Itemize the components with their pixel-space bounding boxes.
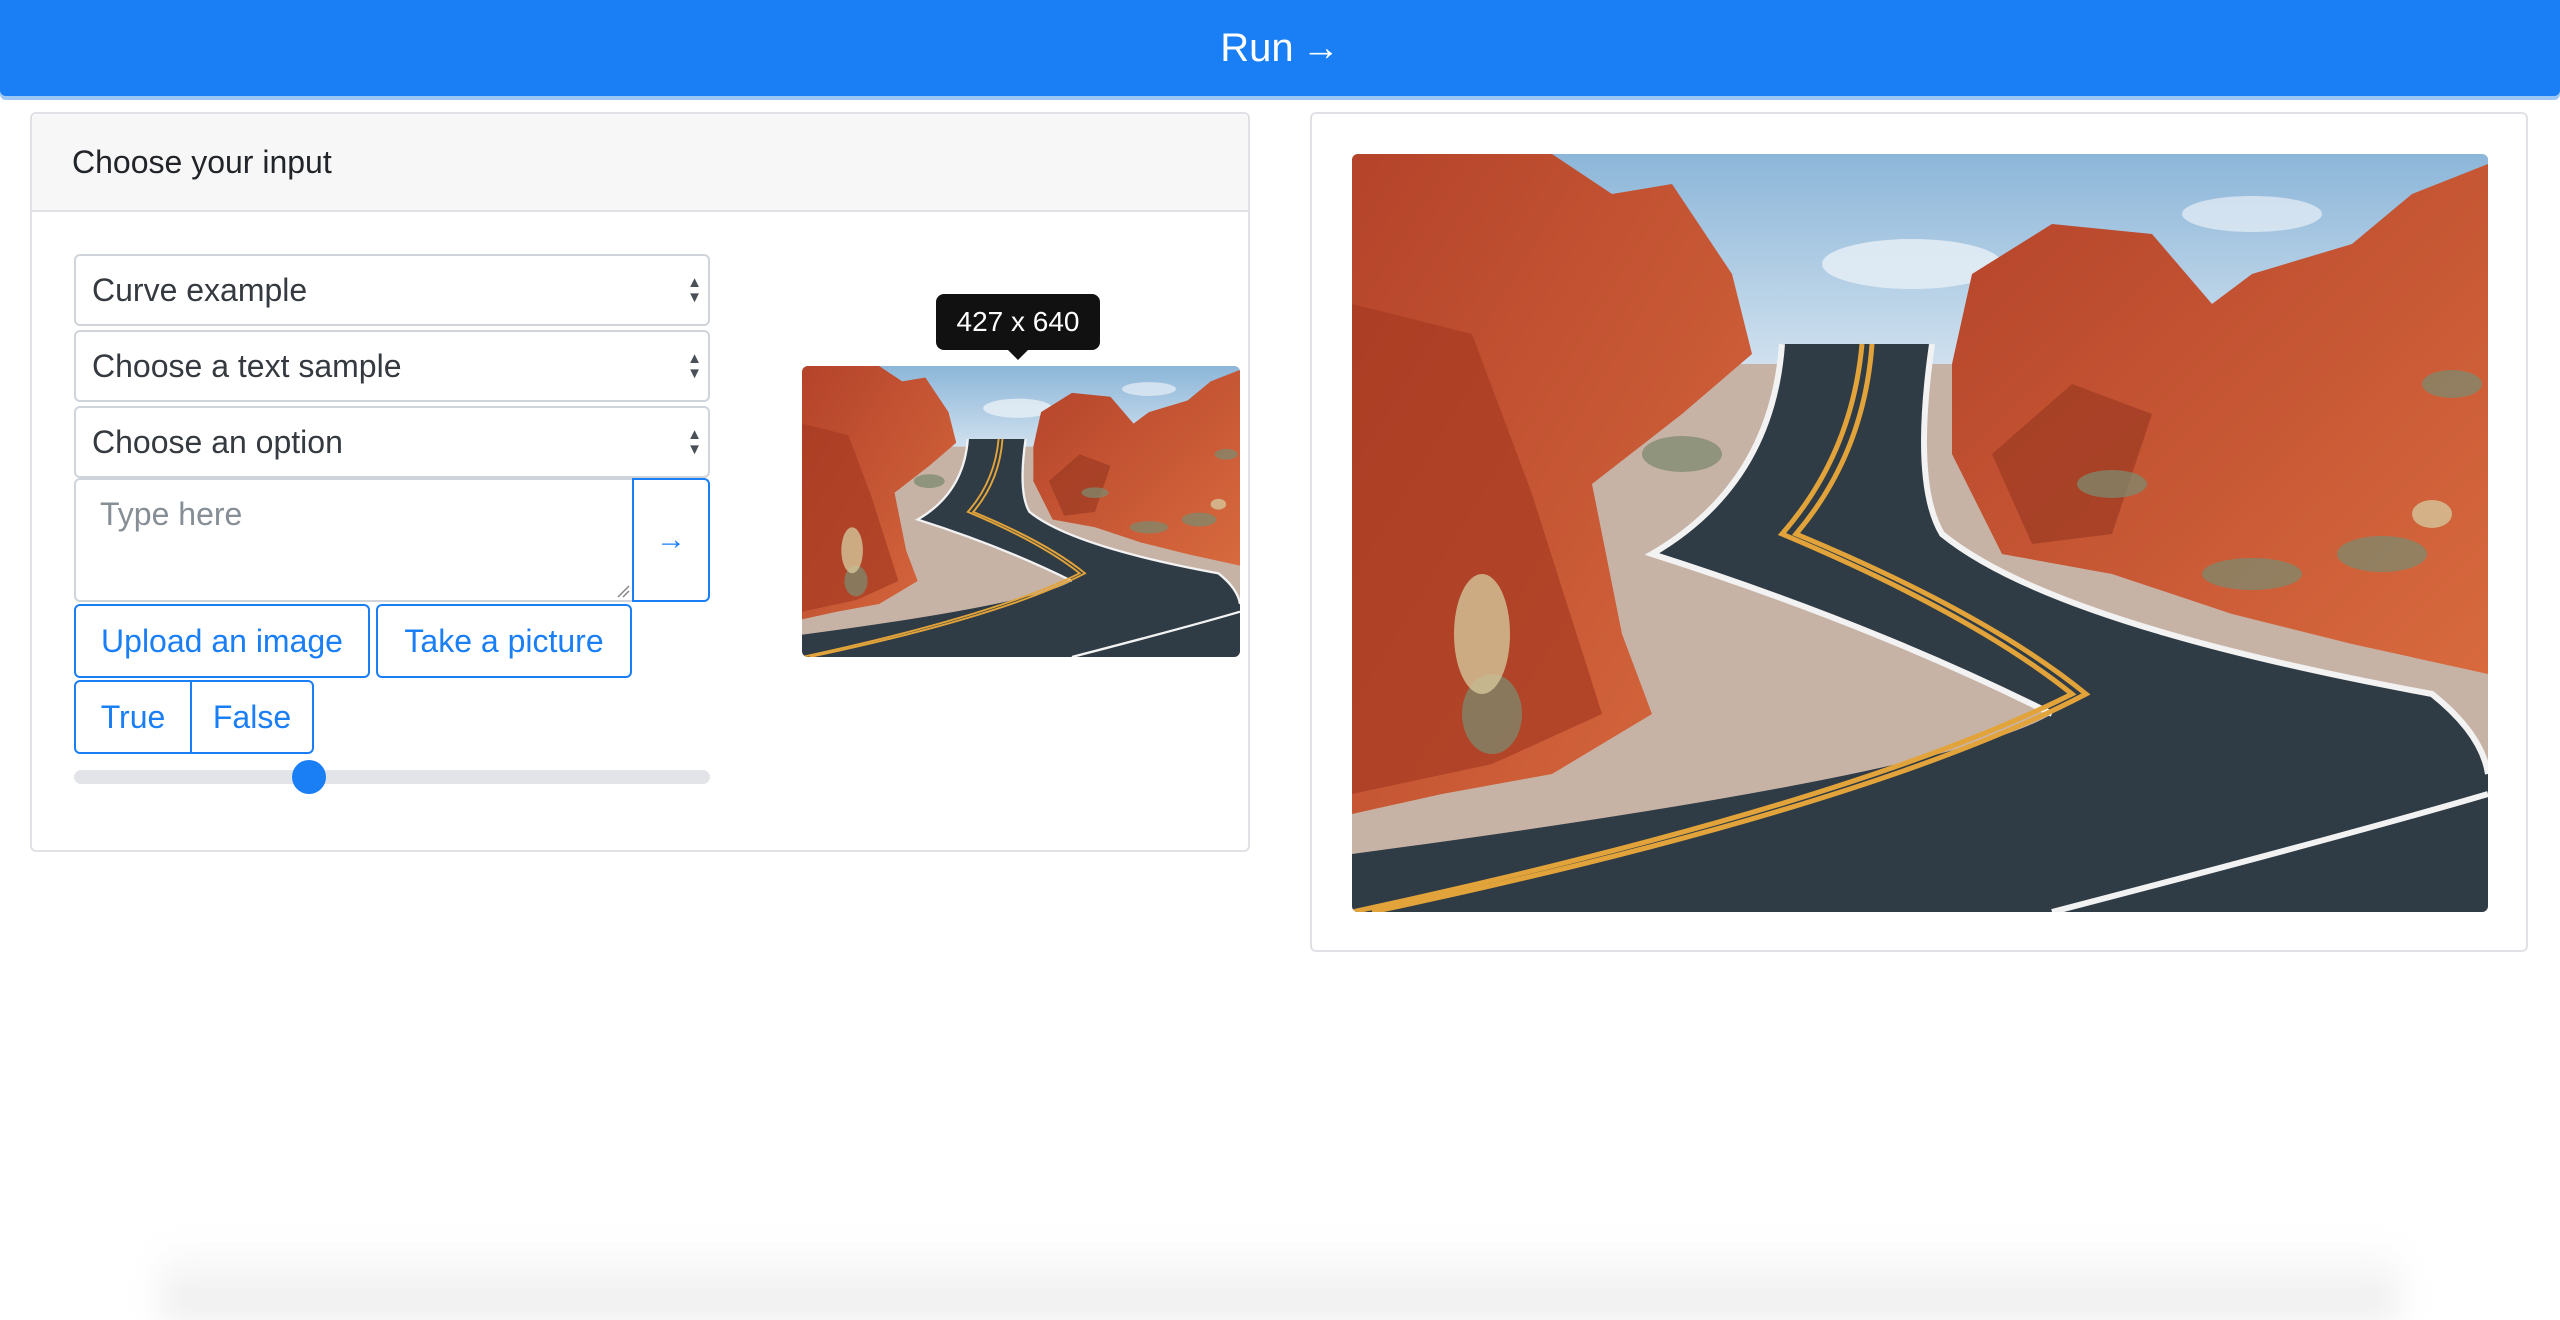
run-label: Run bbox=[1220, 25, 1294, 70]
example-select-value: Curve example bbox=[92, 271, 308, 308]
arrow-right-icon: → bbox=[656, 523, 686, 556]
false-button[interactable]: False bbox=[190, 680, 314, 754]
text-sample-select-value: Choose a text sample bbox=[92, 347, 402, 384]
image-size-tooltip: 427 x 640 bbox=[936, 294, 1100, 360]
input-card-header: Choose your input bbox=[32, 114, 1248, 212]
select-arrows-icon: ▲ ▼ bbox=[687, 426, 702, 458]
value-slider[interactable] bbox=[74, 760, 710, 794]
desert-road-image bbox=[802, 366, 1240, 657]
arrow-right-icon: → bbox=[1301, 26, 1340, 69]
select-arrows-icon: ▲ ▼ bbox=[687, 350, 702, 382]
option-select[interactable]: Choose an option ▲ ▼ bbox=[74, 406, 710, 478]
input-card-title: Choose your input bbox=[72, 143, 332, 180]
image-size-text: 427 x 640 bbox=[956, 306, 1080, 337]
output-image bbox=[1352, 154, 2488, 912]
bottom-shadow bbox=[160, 1240, 2400, 1320]
take-picture-button[interactable]: Take a picture bbox=[376, 604, 632, 678]
true-button[interactable]: True bbox=[74, 680, 192, 754]
desert-road-image bbox=[1352, 154, 2488, 912]
run-button[interactable]: Run → bbox=[0, 0, 2560, 96]
resize-handle-icon[interactable] bbox=[616, 584, 630, 598]
input-image-thumbnail[interactable] bbox=[802, 366, 1240, 657]
submit-text-button[interactable]: → bbox=[632, 478, 710, 602]
text-input-placeholder: Type here bbox=[100, 496, 243, 532]
slider-thumb[interactable] bbox=[292, 760, 327, 794]
text-sample-select[interactable]: Choose a text sample ▲ ▼ bbox=[74, 330, 710, 402]
upload-image-button[interactable]: Upload an image bbox=[74, 604, 370, 678]
text-input[interactable]: Type here bbox=[74, 478, 634, 602]
select-arrows-icon: ▲ ▼ bbox=[687, 274, 702, 306]
input-card: Choose your input Curve example ▲ ▼ Choos… bbox=[30, 112, 1250, 852]
option-select-value: Choose an option bbox=[92, 423, 343, 460]
example-select[interactable]: Curve example ▲ ▼ bbox=[74, 254, 710, 326]
